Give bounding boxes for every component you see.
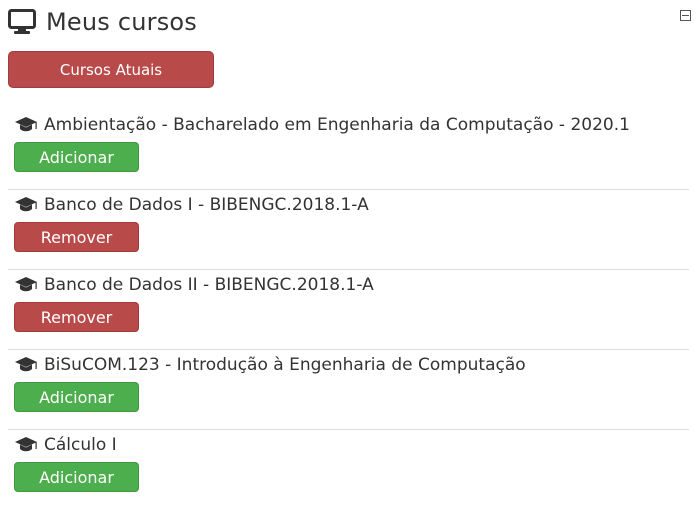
course-item: Ambientação - Bacharelado em Engenharia … [8, 110, 689, 190]
minus-box-icon[interactable] [680, 10, 691, 21]
block-header: Meus cursos [8, 6, 197, 38]
block-title: Meus cursos [46, 8, 197, 36]
course-name-label: Banco de Dados II - BIBENGC.2018.1-A [44, 275, 374, 295]
graduation-cap-icon [14, 356, 44, 374]
course-name-label: Cálculo I [44, 435, 117, 455]
monitor-icon [8, 9, 36, 35]
graduation-cap-icon [14, 436, 44, 454]
course-item: Banco de Dados II - BIBENGC.2018.1-A Remo… [8, 270, 689, 350]
course-title[interactable]: Banco de Dados I - BIBENGC.2018.1-A [14, 195, 369, 215]
course-title[interactable]: Ambientação - Bacharelado em Engenharia … [14, 115, 630, 135]
add-course-button[interactable]: Adicionar [14, 462, 139, 492]
graduation-cap-icon [14, 276, 44, 294]
add-course-button[interactable]: Adicionar [14, 382, 139, 412]
course-item: BiSuCOM.123 - Introdução à Engenharia de… [8, 350, 689, 430]
course-item: Cálculo I Adicionar [8, 430, 689, 510]
current-courses-button[interactable]: Cursos Atuais [8, 51, 214, 88]
graduation-cap-icon [14, 196, 44, 214]
course-title[interactable]: BiSuCOM.123 - Introdução à Engenharia de… [14, 355, 526, 375]
course-list: Ambientação - Bacharelado em Engenharia … [0, 110, 700, 510]
course-name-label: BiSuCOM.123 - Introdução à Engenharia de… [44, 355, 526, 375]
my-courses-block: Meus cursos Cursos Atuais Ambientação - … [0, 0, 700, 501]
course-name-label: Banco de Dados I - BIBENGC.2018.1-A [44, 195, 369, 215]
course-title[interactable]: Banco de Dados II - BIBENGC.2018.1-A [14, 275, 374, 295]
course-title[interactable]: Cálculo I [14, 435, 117, 455]
remove-course-button[interactable]: Remover [14, 222, 139, 252]
graduation-cap-icon [14, 116, 44, 134]
course-item: Banco de Dados I - BIBENGC.2018.1-A Remov… [8, 190, 689, 270]
course-name-label: Ambientação - Bacharelado em Engenharia … [44, 115, 630, 135]
add-course-button[interactable]: Adicionar [14, 142, 139, 172]
remove-course-button[interactable]: Remover [14, 302, 139, 332]
